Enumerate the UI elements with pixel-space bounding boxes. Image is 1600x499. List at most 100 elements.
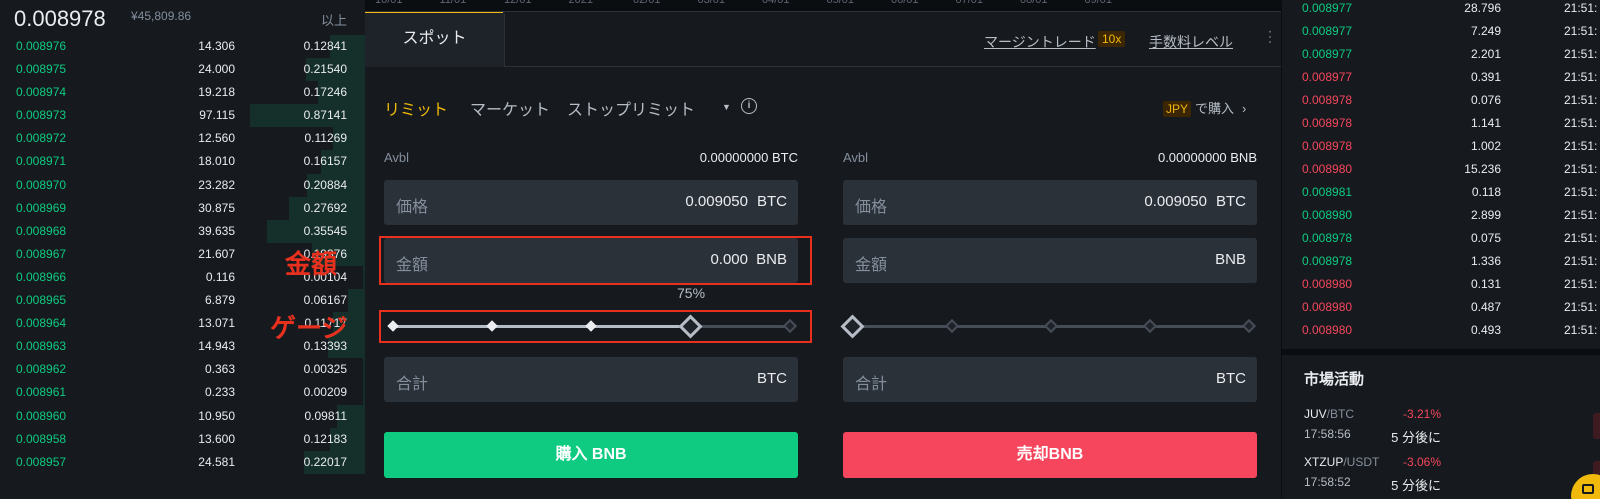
trade-amount: 1.002 — [1470, 139, 1501, 153]
slider-step-dot[interactable] — [1043, 318, 1059, 334]
order-book-row[interactable]: 0.008958 13.600 0.12183 — [0, 427, 365, 451]
sell-price-input[interactable]: 価格 0.009050 BTC — [843, 180, 1257, 225]
trade-row: 0.008981 0.118 21:51: — [1282, 181, 1600, 204]
market-base: JUV — [1304, 407, 1327, 421]
order-book-row[interactable]: 0.008975 24.000 0.21540 — [0, 58, 365, 82]
trade-time: 21:51: — [1564, 47, 1598, 61]
order-total: 0.09811 — [304, 408, 348, 423]
total-unit: BTC — [1216, 370, 1246, 387]
order-book-row[interactable]: 0.008971 18.010 0.16157 — [0, 150, 365, 174]
trade-price: 0.008980 — [1302, 162, 1353, 176]
trade-time: 21:51: — [1564, 93, 1598, 107]
order-total: 0.12841 — [303, 39, 347, 53]
order-book-row[interactable]: 0.008972 12.560 0.11269 — [0, 127, 365, 151]
trade-price: 0.008980 — [1302, 300, 1353, 314]
fiat-price: ¥45,809.86 — [131, 9, 192, 23]
order-price: 0.008968 — [16, 223, 67, 238]
order-book-row[interactable]: 0.008960 10.950 0.09811 — [0, 404, 365, 428]
buy-total-input[interactable]: 合計 BTC — [384, 357, 798, 402]
market-change: -3.06% — [1402, 455, 1441, 469]
panel-divider — [1282, 349, 1600, 355]
trade-price: 0.008978 — [1302, 139, 1353, 153]
trade-row: 0.008977 0.391 21:51: — [1282, 66, 1600, 89]
order-amount: 0.363 — [204, 362, 235, 377]
order-amount: 13.071 — [198, 316, 235, 331]
order-price: 0.008964 — [16, 316, 67, 331]
market-activity-item[interactable]: JUV/BTC 17:58:56 -3.21% 5 分後に ▼ — [1304, 407, 1600, 447]
order-amount: 0.233 — [204, 385, 235, 400]
trade-history-rows: 0.008977 28.796 21:51: 0.008977 7.249 21:51: 0… — [1282, 0, 1600, 342]
order-price: 0.008969 — [16, 200, 67, 215]
trade-price: 0.008977 — [1302, 24, 1353, 38]
trade-amount: 28.796 — [1464, 1, 1501, 15]
available-value: 0.00000000 BNB — [1157, 150, 1257, 165]
market-activity-item[interactable]: XTZUP/USDT 17:58:52 -3.06% 5 分後に ▼ — [1304, 455, 1600, 495]
order-book-row[interactable]: 0.008962 0.363 0.00325 — [0, 358, 365, 382]
trade-time: 21:51: — [1564, 208, 1598, 222]
total-unit: BTC — [757, 370, 787, 387]
sell-amount-slider[interactable] — [840, 314, 1257, 339]
order-price: 0.008960 — [16, 408, 67, 423]
trade-row: 0.008980 0.131 21:51: — [1282, 273, 1600, 296]
order-total: 0.16157 — [303, 154, 347, 169]
order-amount: 30.875 — [198, 200, 235, 215]
market-when: 5 分後に — [1391, 430, 1441, 445]
order-amount: 18.010 — [198, 154, 235, 169]
order-price: 0.008971 — [16, 154, 67, 169]
order-book-row[interactable]: 0.008968 39.635 0.35545 — [0, 219, 365, 243]
order-book-row[interactable]: 0.008976 14.306 0.12841 — [0, 35, 365, 59]
trade-amount: 7.249 — [1470, 24, 1501, 38]
order-amount: 24.581 — [198, 454, 235, 469]
market-base: XTZUP — [1304, 455, 1344, 469]
slider-step-dot[interactable] — [1241, 318, 1257, 334]
order-book-row[interactable]: 0.008961 0.233 0.00209 — [0, 381, 365, 405]
price-label: 価格 — [855, 199, 888, 216]
trade-time: 21:51: — [1564, 300, 1598, 314]
slider-thumb[interactable] — [840, 314, 865, 339]
order-amount: 10.950 — [198, 408, 235, 423]
trade-amount: 15.236 — [1464, 162, 1501, 176]
more-button[interactable]: 以上 — [321, 10, 347, 29]
price-label: 価格 — [396, 199, 429, 216]
slider-step-dot[interactable] — [944, 318, 960, 334]
sell-amount-input[interactable]: 金額 BNB — [843, 238, 1257, 283]
trade-row: 0.008980 0.487 21:51: — [1282, 296, 1600, 319]
order-amount: 0.116 — [205, 269, 235, 284]
sell-total-input[interactable]: 合計 BTC — [843, 357, 1257, 402]
buy-button[interactable]: 購入 BNB — [384, 432, 798, 478]
amount-label: 金額 — [855, 257, 888, 274]
order-book-row[interactable]: 0.008973 97.115 0.87141 — [0, 104, 365, 128]
amount-highlight-box — [379, 236, 812, 285]
trade-time: 21:51: — [1564, 70, 1598, 84]
trade-row: 0.008978 1.336 21:51: — [1282, 250, 1600, 273]
slider-percent-label: 75% — [677, 285, 706, 301]
trade-row: 0.008978 1.002 21:51: — [1282, 135, 1600, 158]
order-price: 0.008972 — [16, 131, 67, 146]
sell-button[interactable]: 売却BNB — [843, 432, 1257, 478]
trade-amount: 0.493 — [1470, 323, 1501, 337]
trade-amount: 1.336 — [1470, 254, 1501, 268]
more-menu-icon[interactable]: ⋯ — [1260, 29, 1279, 43]
order-total: 0.00209 — [303, 385, 347, 400]
trade-time: 21:51: — [1564, 254, 1598, 268]
trade-price: 0.008978 — [1302, 254, 1353, 268]
slider-step-dot[interactable] — [1142, 318, 1158, 334]
trade-amount: 0.118 — [1471, 185, 1501, 199]
trade-price: 0.008978 — [1302, 93, 1353, 107]
trade-row: 0.008977 7.249 21:51: — [1282, 20, 1600, 43]
trade-time: 21:51: — [1564, 139, 1598, 153]
order-price: 0.008975 — [16, 62, 67, 77]
total-label: 合計 — [855, 376, 888, 393]
buy-price-input[interactable]: 価格 0.009050 BTC — [384, 180, 798, 225]
order-book-row[interactable]: 0.008974 19.218 0.17246 — [0, 81, 365, 105]
trade-time: 21:51: — [1564, 231, 1598, 245]
order-book-row[interactable]: 0.008969 30.875 0.27692 — [0, 196, 365, 220]
available-value: 0.00000000 BTC — [699, 150, 798, 165]
market-change: -3.21% — [1402, 407, 1441, 421]
total-label: 合計 — [396, 376, 429, 393]
order-total: 0.22017 — [303, 454, 347, 469]
order-book-row[interactable]: 0.008970 23.282 0.20884 — [0, 173, 365, 197]
order-total: 0.11269 — [304, 131, 348, 146]
market-activity-title: 市場活動 — [1304, 371, 1365, 388]
order-book-row[interactable]: 0.008957 24.581 0.22017 — [0, 450, 365, 474]
